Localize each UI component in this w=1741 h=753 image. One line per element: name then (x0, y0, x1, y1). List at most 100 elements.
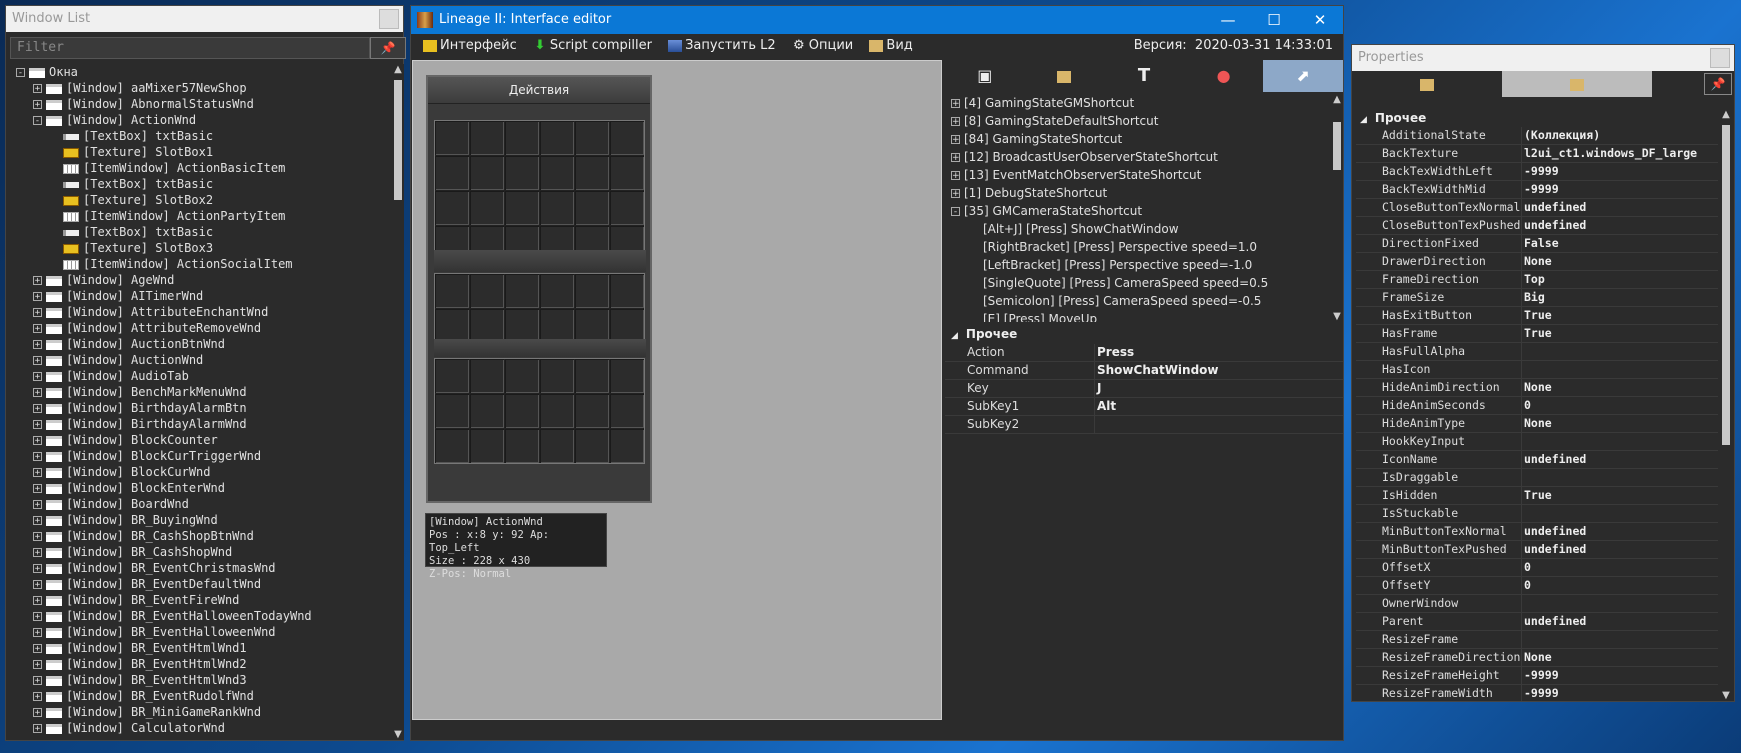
tab-windows-icon[interactable]: ▣ (945, 60, 1025, 92)
action-slot[interactable] (610, 359, 644, 393)
action-slot[interactable] (610, 121, 644, 155)
window-list-scroll-thumb[interactable] (394, 80, 402, 200)
design-canvas[interactable]: Действия [Window] ActionWnd Pos : x:8 y:… (412, 60, 942, 720)
shortcut-item[interactable]: [LeftBracket] [Press] Perspective speed=… (945, 256, 1343, 274)
property-value[interactable] (1522, 469, 1718, 486)
expand-icon[interactable]: + (33, 612, 42, 622)
property-row[interactable]: HasIcon (1356, 361, 1718, 379)
filter-pin-icon[interactable]: 📌 (370, 37, 406, 59)
property-row[interactable]: BackTexWidthMid -9999 (1356, 181, 1718, 199)
property-row[interactable]: Command ShowChatWindow (945, 362, 1343, 380)
tree-item[interactable]: [ItemWindow] ActionPartyItem (10, 208, 392, 224)
close-icon[interactable]: ✕ (1297, 6, 1343, 34)
property-row[interactable]: FrameDirection Top (1356, 271, 1718, 289)
tree-item[interactable]: [Texture] SlotBox3 (10, 240, 392, 256)
property-row[interactable]: CloseButtonTexPushed undefined (1356, 217, 1718, 235)
action-slot[interactable] (610, 274, 644, 308)
actionwnd-preview[interactable]: Действия (426, 75, 652, 503)
tree-item[interactable]: + [Window] BR_EventDefaultWnd (10, 576, 392, 592)
tree-item[interactable]: [TextBox] txtBasic (10, 128, 392, 144)
tree-item[interactable]: + [Window] BR_CashShopWnd (10, 544, 392, 560)
action-slot[interactable] (505, 309, 539, 343)
property-value[interactable]: ShowChatWindow (1095, 362, 1343, 379)
shortcut-scroll-thumb[interactable] (1333, 122, 1341, 170)
property-row[interactable]: ResizeFrame (1356, 631, 1718, 649)
scroll-down-arrow[interactable]: ▼ (392, 729, 404, 740)
property-value[interactable]: Top (1522, 271, 1718, 288)
tab-color-icon[interactable]: ● (1184, 60, 1264, 92)
properties-close-button[interactable] (1710, 48, 1730, 68)
expand-icon[interactable]: + (951, 99, 960, 109)
action-slot[interactable] (470, 359, 504, 393)
shortcut-scrollbar[interactable]: ▲ ▼ (1331, 94, 1343, 322)
tab-categorized-icon[interactable] (1352, 71, 1502, 97)
action-slot[interactable] (540, 274, 574, 308)
action-slot[interactable] (575, 156, 609, 190)
menu-script-compiller[interactable]: ⬇ Script compiller (533, 34, 652, 58)
tree-item[interactable]: + [Window] AttributeEnchantWnd (10, 304, 392, 320)
expand-icon[interactable]: + (33, 356, 42, 366)
property-value[interactable]: undefined (1522, 613, 1718, 630)
property-value[interactable]: undefined (1522, 541, 1718, 558)
property-row[interactable]: AdditionalState (Коллекция) (1356, 127, 1718, 145)
action-slot[interactable] (575, 121, 609, 155)
expand-icon[interactable]: + (33, 500, 42, 510)
expand-icon[interactable]: + (33, 708, 42, 718)
tree-item[interactable]: [TextBox] txtBasic (10, 224, 392, 240)
tree-item[interactable]: + [Window] BR_MiniGameRankWnd (10, 704, 392, 720)
tree-item[interactable]: + [Window] AudioTab (10, 368, 392, 384)
action-slot[interactable] (575, 191, 609, 225)
action-slot[interactable] (575, 394, 609, 428)
property-value[interactable]: None (1522, 649, 1718, 666)
tree-item[interactable]: [Texture] SlotBox1 (10, 144, 392, 160)
property-value[interactable]: undefined (1522, 217, 1718, 234)
shortcut-item[interactable]: [RightBracket] [Press] Perspective speed… (945, 238, 1343, 256)
scroll-up-arrow[interactable]: ▲ (1331, 94, 1343, 105)
property-row[interactable]: BackTexture l2ui_ct1.windows_DF_large (1356, 145, 1718, 163)
expand-icon[interactable]: + (33, 692, 42, 702)
tree-item[interactable]: + [Window] BR_EventHalloweenTodayWnd (10, 608, 392, 624)
tab-texture-icon[interactable] (1025, 60, 1105, 92)
tab-shortcut-icon[interactable]: ⬈ (1263, 60, 1343, 92)
action-slot[interactable] (435, 274, 469, 308)
property-row[interactable]: HideAnimDirection None (1356, 379, 1718, 397)
tree-item[interactable]: + [Window] BR_EventHtmlWnd1 (10, 640, 392, 656)
tree-item[interactable]: + [Window] BlockCurWnd (10, 464, 392, 480)
tree-item[interactable]: + [Window] BirthdayAlarmWnd (10, 416, 392, 432)
tree-item[interactable]: + [Window] aaMixer57NewShop (10, 80, 392, 96)
property-value[interactable]: True (1522, 307, 1718, 324)
expand-icon[interactable]: + (33, 388, 42, 398)
tree-item[interactable]: + [Window] BR_EventHtmlWnd2 (10, 656, 392, 672)
menu-view[interactable]: Вид (869, 34, 913, 58)
expand-icon[interactable]: + (951, 153, 960, 163)
expand-icon[interactable]: + (33, 372, 42, 382)
shortcut-group[interactable]: + [8] GamingStateDefaultShortcut (945, 112, 1343, 130)
property-value[interactable]: None (1522, 415, 1718, 432)
shortcut-item[interactable]: [SingleQuote] [Press] CameraSpeed speed=… (945, 274, 1343, 292)
action-slot[interactable] (575, 429, 609, 463)
expand-icon[interactable]: + (33, 628, 42, 638)
expand-icon[interactable]: + (33, 340, 42, 350)
collapse-icon[interactable]: - (951, 207, 960, 217)
tree-item[interactable]: + [Window] AttributeRemoveWnd (10, 320, 392, 336)
property-row[interactable]: ResizeFrameHeight -9999 (1356, 667, 1718, 685)
property-value[interactable]: False (1522, 235, 1718, 252)
expand-icon[interactable]: + (33, 660, 42, 670)
property-row[interactable]: ResizeFrameDirection None (1356, 649, 1718, 667)
tree-item[interactable]: + [Window] BR_EventHalloweenWnd (10, 624, 392, 640)
action-slot[interactable] (610, 394, 644, 428)
property-value[interactable]: -9999 (1522, 667, 1718, 684)
action-slot[interactable] (575, 309, 609, 343)
property-row[interactable]: OffsetY 0 (1356, 577, 1718, 595)
action-slot[interactable] (505, 274, 539, 308)
action-slot[interactable] (610, 309, 644, 343)
property-value[interactable]: None (1522, 253, 1718, 270)
property-value[interactable] (1522, 343, 1718, 360)
property-value[interactable]: l2ui_ct1.windows_DF_large (1522, 145, 1718, 162)
property-value[interactable] (1095, 416, 1343, 433)
property-value[interactable] (1522, 505, 1718, 522)
property-value[interactable]: None (1522, 379, 1718, 396)
property-row[interactable]: FrameSize Big (1356, 289, 1718, 307)
expand-icon[interactable]: + (33, 468, 42, 478)
property-row[interactable]: SubKey2 (945, 416, 1343, 434)
